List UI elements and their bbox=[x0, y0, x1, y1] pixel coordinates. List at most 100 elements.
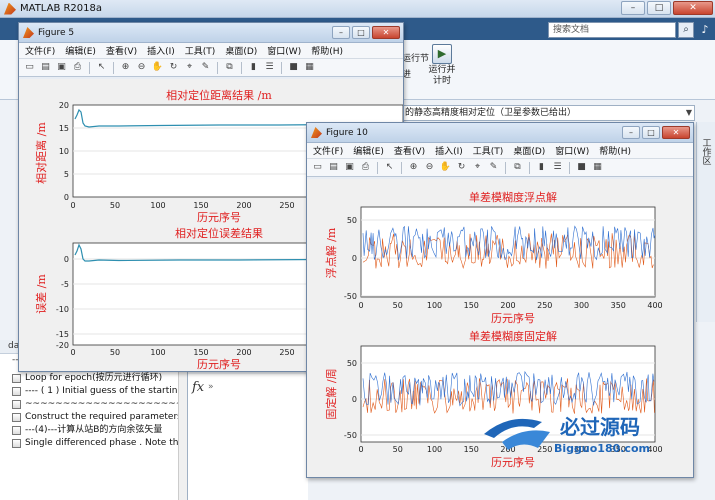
run-and-time-button[interactable]: ▶ 运行并 计时 bbox=[426, 44, 458, 87]
xtick: 400 bbox=[647, 301, 662, 310]
close-icon[interactable]: ✕ bbox=[673, 1, 713, 15]
menu-view[interactable]: 查看(V) bbox=[394, 144, 425, 157]
xtick: 300 bbox=[574, 301, 589, 310]
link-plot-icon[interactable]: ⧉ bbox=[511, 161, 524, 174]
list-item[interactable]: ~~~~~~~~~~~~~~~~~~~~~~~~~~~~ bbox=[0, 398, 187, 411]
figure-5-title: Figure 5 bbox=[38, 27, 75, 38]
menu-desktop[interactable]: 桌面(D) bbox=[513, 144, 545, 157]
xtick: 150 bbox=[464, 445, 479, 454]
close-icon[interactable]: ✕ bbox=[372, 26, 400, 39]
panel-scrollbar[interactable] bbox=[178, 354, 187, 500]
list-item[interactable]: Single differenced phase . Note th bbox=[0, 437, 187, 450]
minimize-icon[interactable]: – bbox=[621, 1, 645, 15]
new-figure-icon[interactable]: ▭ bbox=[23, 61, 36, 74]
xtick: 50 bbox=[110, 201, 120, 210]
close-icon[interactable]: ✕ bbox=[662, 126, 690, 139]
search-documentation-input[interactable]: 搜索文档 bbox=[548, 22, 676, 38]
xtick: 50 bbox=[393, 445, 403, 454]
menu-tools[interactable]: 工具(T) bbox=[473, 144, 504, 157]
menu-help[interactable]: 帮助(H) bbox=[599, 144, 631, 157]
list-item[interactable]: ---(4)---计算从站B的方向余弦矢量 bbox=[0, 424, 187, 437]
data-cursor-icon[interactable]: ⌖ bbox=[183, 61, 196, 74]
xtick: 200 bbox=[236, 348, 251, 357]
figure-10-menubar: 文件(F) 编辑(E) 查看(V) 插入(I) 工具(T) 桌面(D) 窗口(W… bbox=[307, 143, 693, 159]
hide-plot-tools-icon[interactable]: ■ bbox=[287, 61, 300, 74]
rotate-icon[interactable]: ↻ bbox=[455, 161, 468, 174]
menu-file[interactable]: 文件(F) bbox=[313, 144, 343, 157]
workspace-side-tab[interactable]: 工作区 bbox=[696, 122, 715, 322]
menu-edit[interactable]: 编辑(E) bbox=[65, 44, 96, 57]
xtick: 150 bbox=[193, 201, 208, 210]
hide-plot-tools-icon[interactable]: ■ bbox=[575, 161, 588, 174]
pan-icon[interactable]: ✋ bbox=[151, 61, 164, 74]
colorbar-icon[interactable]: ▮ bbox=[535, 161, 548, 174]
print-icon[interactable]: ⎙ bbox=[359, 161, 372, 174]
list-item[interactable]: Loop for epoch(按历元进行循环) bbox=[0, 372, 187, 385]
menu-edit[interactable]: 编辑(E) bbox=[353, 144, 384, 157]
current-folder-path[interactable]: 的静态高精度相对定位（卫星参数已给出） ▼ bbox=[398, 105, 695, 121]
xtick: 0 bbox=[358, 301, 363, 310]
show-plot-tools-icon[interactable]: ▦ bbox=[591, 161, 604, 174]
fx-icon[interactable]: fx bbox=[192, 380, 204, 395]
open-file-icon[interactable]: ▤ bbox=[327, 161, 340, 174]
command-window[interactable]: fx » bbox=[188, 374, 308, 500]
run-section-button[interactable]: 运行节 bbox=[402, 54, 429, 65]
menu-file[interactable]: 文件(F) bbox=[25, 44, 55, 57]
legend-icon[interactable]: ☰ bbox=[551, 161, 564, 174]
brush-icon[interactable]: ✎ bbox=[487, 161, 500, 174]
data-cursor-icon[interactable]: ⌖ bbox=[471, 161, 484, 174]
notification-bell-icon[interactable]: ♪ bbox=[697, 22, 713, 38]
list-item[interactable]: ---- ( 1 ) Initial guess of the startin bbox=[0, 385, 187, 398]
xtick: 0 bbox=[70, 348, 75, 357]
plot2-yticks: 50 0 -50 bbox=[344, 359, 357, 440]
run-and-time-icon: ▶ bbox=[432, 44, 452, 64]
run-section-label: 运行节 bbox=[402, 54, 430, 64]
legend-icon[interactable]: ☰ bbox=[263, 61, 276, 74]
rotate-icon[interactable]: ↻ bbox=[167, 61, 180, 74]
toolbar-separator bbox=[505, 161, 506, 174]
zoom-out-icon[interactable]: ⊖ bbox=[423, 161, 436, 174]
menu-tools[interactable]: 工具(T) bbox=[185, 44, 216, 57]
minimize-icon[interactable]: – bbox=[622, 126, 640, 139]
toolbar-separator bbox=[401, 161, 402, 174]
print-icon[interactable]: ⎙ bbox=[71, 61, 84, 74]
chevron-down-icon[interactable]: ▼ bbox=[686, 106, 692, 120]
xtick: 150 bbox=[464, 301, 479, 310]
search-icon[interactable]: ⌕ bbox=[678, 22, 694, 38]
watermark-url: Bigguo180.com bbox=[554, 442, 650, 455]
list-item[interactable]: Construct the required parameters bbox=[0, 411, 187, 424]
figure-10-titlebar[interactable]: Figure 10 – □ ✕ bbox=[307, 123, 693, 143]
save-icon[interactable]: ▣ bbox=[343, 161, 356, 174]
ytick: -50 bbox=[344, 431, 357, 440]
site-watermark: 必过源码 Bigguo180.com bbox=[480, 408, 690, 458]
open-file-icon[interactable]: ▤ bbox=[39, 61, 52, 74]
xtick: 100 bbox=[427, 301, 442, 310]
maximize-icon[interactable]: □ bbox=[642, 126, 660, 139]
edit-plot-icon[interactable]: ↖ bbox=[95, 61, 108, 74]
brush-icon[interactable]: ✎ bbox=[199, 61, 212, 74]
minimize-icon[interactable]: – bbox=[332, 26, 350, 39]
pan-icon[interactable]: ✋ bbox=[439, 161, 452, 174]
figure-5-titlebar[interactable]: Figure 5 – □ ✕ bbox=[19, 23, 403, 43]
maximize-icon[interactable]: □ bbox=[647, 1, 671, 15]
save-icon[interactable]: ▣ bbox=[55, 61, 68, 74]
menu-desktop[interactable]: 桌面(D) bbox=[225, 44, 257, 57]
new-figure-icon[interactable]: ▭ bbox=[311, 161, 324, 174]
menu-window[interactable]: 窗口(W) bbox=[267, 44, 301, 57]
figure-5-window-controls: – □ ✕ bbox=[332, 26, 400, 39]
menu-help[interactable]: 帮助(H) bbox=[311, 44, 343, 57]
zoom-in-icon[interactable]: ⊕ bbox=[119, 61, 132, 74]
colorbar-icon[interactable]: ▮ bbox=[247, 61, 260, 74]
menu-insert[interactable]: 插入(I) bbox=[147, 44, 175, 57]
figure-5-menubar: 文件(F) 编辑(E) 查看(V) 插入(I) 工具(T) 桌面(D) 窗口(W… bbox=[19, 43, 403, 59]
zoom-out-icon[interactable]: ⊖ bbox=[135, 61, 148, 74]
zoom-in-icon[interactable]: ⊕ bbox=[407, 161, 420, 174]
menu-insert[interactable]: 插入(I) bbox=[435, 144, 463, 157]
link-plot-icon[interactable]: ⧉ bbox=[223, 61, 236, 74]
edit-plot-icon[interactable]: ↖ bbox=[383, 161, 396, 174]
maximize-icon[interactable]: □ bbox=[352, 26, 370, 39]
menu-window[interactable]: 窗口(W) bbox=[555, 144, 589, 157]
show-plot-tools-icon[interactable]: ▦ bbox=[303, 61, 316, 74]
menu-view[interactable]: 查看(V) bbox=[106, 44, 137, 57]
ytick: -50 bbox=[344, 292, 357, 301]
